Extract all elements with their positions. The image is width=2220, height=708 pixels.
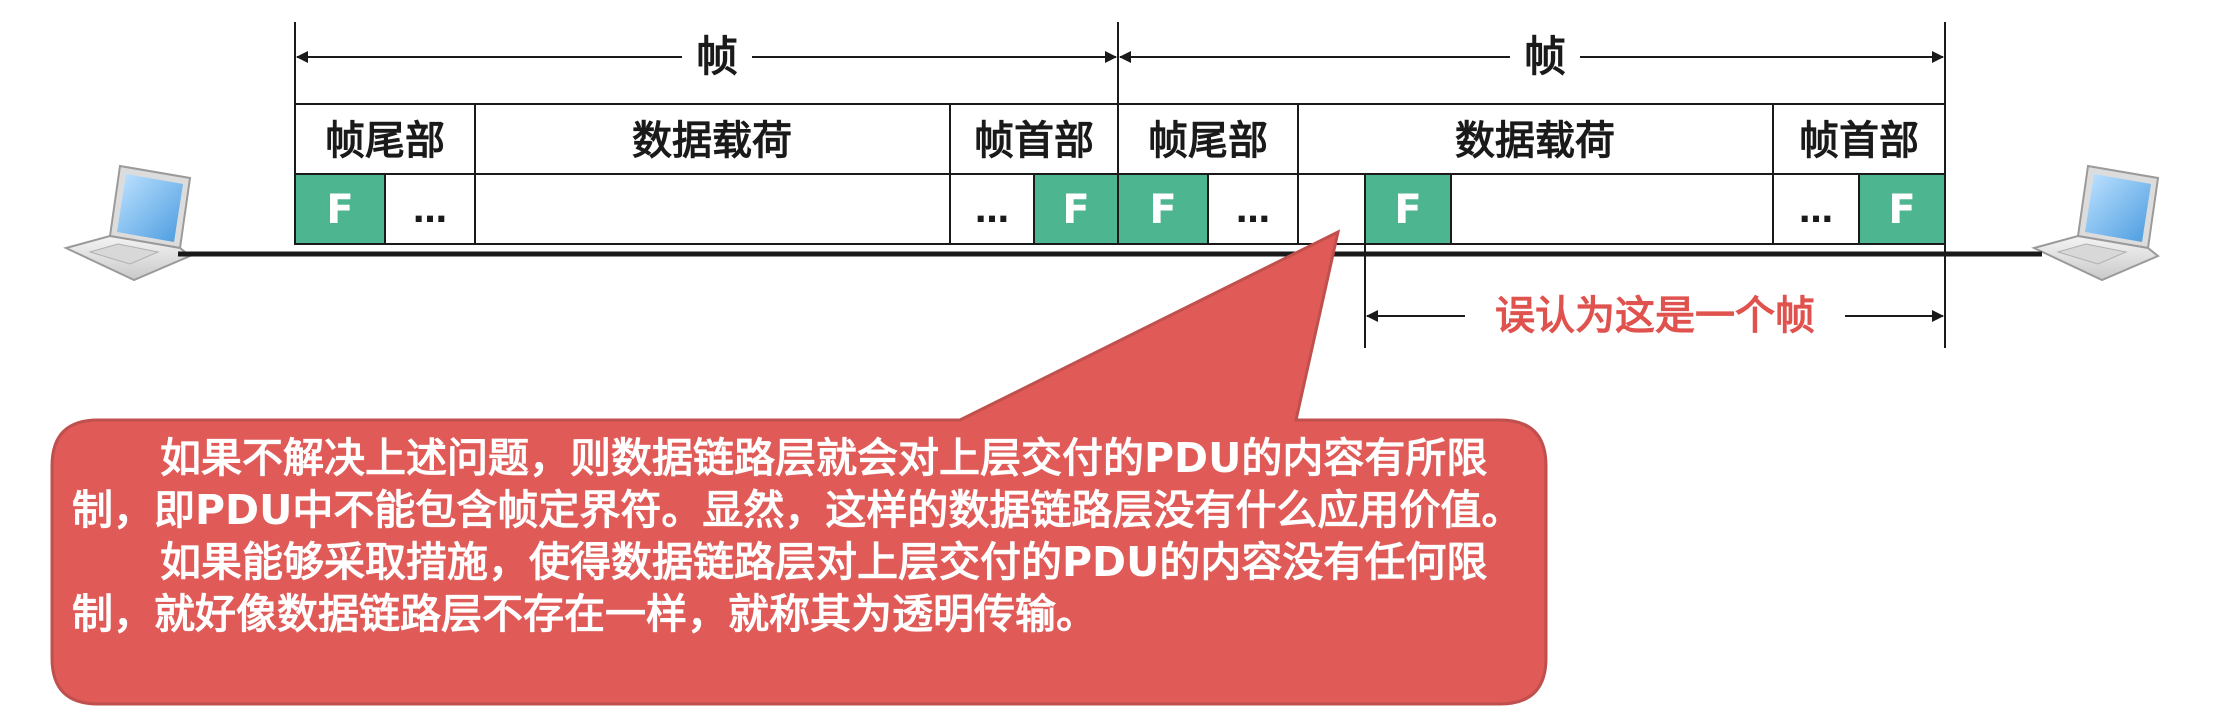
frame-label-2: 帧 xyxy=(1524,32,1566,81)
ellipsis: … xyxy=(1236,191,1270,231)
callout-text: 如果不解决上述问题，则数据链路层就会对上层交付的PDU的内容有所限制，即PDU中… xyxy=(72,432,1542,640)
laptop-icon-left xyxy=(63,164,192,282)
laptop-icon-right xyxy=(2031,164,2160,282)
frame-boundaries xyxy=(294,22,1946,104)
trailer-label-2: 帧尾部 xyxy=(1148,118,1268,164)
flag-text: F xyxy=(1149,187,1176,233)
payload-label-2: 数据载荷 xyxy=(1455,118,1615,164)
flag-text: F xyxy=(326,187,353,233)
flag-text: F xyxy=(1888,187,1915,233)
header-label-2: 帧首部 xyxy=(1799,118,1919,164)
misinterpret-label: 误认为这是一个帧 xyxy=(1495,293,1815,339)
ellipsis: … xyxy=(975,191,1009,231)
callout-paragraph-2: 如果能够采取措施，使得数据链路层对上层交付的PDU的内容没有任何限制，就好像数据… xyxy=(72,538,1488,638)
flag-text: F xyxy=(1394,187,1421,233)
frame-label-1: 帧 xyxy=(696,32,738,81)
ellipsis: … xyxy=(1799,191,1833,231)
callout-paragraph-1: 如果不解决上述问题，则数据链路层就会对上层交付的PDU的内容有所限制，即PDU中… xyxy=(72,434,1523,534)
trailer-label-1: 帧尾部 xyxy=(325,118,445,164)
header-label-1: 帧首部 xyxy=(974,118,1094,164)
payload-label-1: 数据载荷 xyxy=(632,118,792,164)
header-row xyxy=(294,103,1946,175)
ellipsis: … xyxy=(413,191,447,231)
flag-text: F xyxy=(1062,187,1089,233)
